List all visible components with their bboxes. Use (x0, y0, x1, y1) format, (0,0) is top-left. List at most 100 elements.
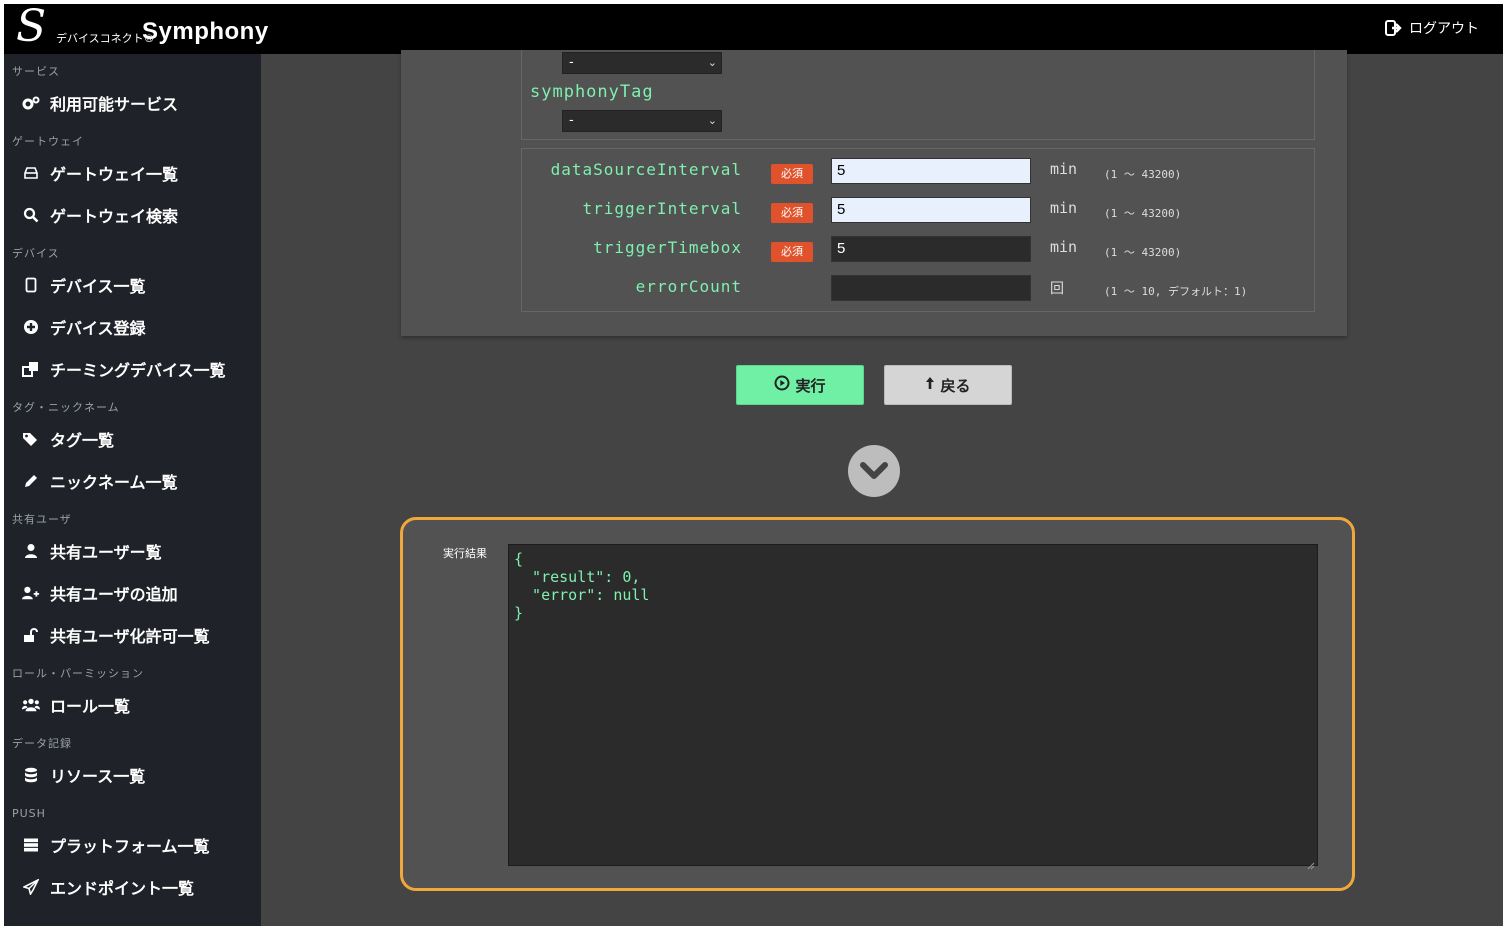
triggertimebox-input[interactable]: 5 (831, 236, 1031, 262)
users-icon (22, 696, 40, 714)
field-row-datasourceinterval: dataSourceInterval 必須 5 min (1 ～ 43200) (522, 158, 1316, 188)
sidebar-item-label: ニックネーム一覧 (50, 473, 178, 492)
errorcount-input[interactable] (831, 275, 1031, 301)
sidebar-item-tag-list[interactable]: タグ一覧 (4, 418, 261, 460)
logo-brand: Symphony (142, 18, 269, 45)
field-range: (1 ～ 43200) (1104, 168, 1182, 181)
interval-box: dataSourceInterval 必須 5 min (1 ～ 43200) … (521, 148, 1315, 312)
sidebar-item-label: 共有ユーザー覧 (50, 543, 162, 562)
sidebar: サービス 利用可能サービス ゲートウェイ ゲートウェイ一覧 ゲートウェイ検索 デ… (4, 54, 261, 926)
user-plus-icon (22, 584, 40, 602)
logo-mark: S (16, 4, 47, 52)
sidebar-item-gateway-search[interactable]: ゲートウェイ検索 (4, 194, 261, 236)
sidebar-item-resource-list[interactable]: リソース一覧 (4, 754, 261, 796)
resize-handle-icon[interactable] (1307, 855, 1315, 870)
sidebar-item-gateway-list[interactable]: ゲートウェイ一覧 (4, 152, 261, 194)
sidebar-item-shared-user-permission-list[interactable]: 共有ユーザ化許可一覧 (4, 614, 261, 656)
field-row-triggerinterval: triggerInterval 必須 5 min (1 ～ 43200) (522, 197, 1316, 227)
back-button[interactable]: 戻る (884, 365, 1012, 405)
field-range: (1 ～ 10, デフォルト：1) (1104, 285, 1248, 298)
tag-box: - ⌄ symphonyTag - ⌄ (521, 50, 1315, 140)
field-row-triggertimebox: triggerTimebox 必須 5 min (1 ～ 43200) (522, 236, 1316, 266)
sidebar-item-label: リソース一覧 (50, 767, 146, 786)
server-icon (22, 836, 40, 854)
required-badge: 必須 (771, 242, 813, 262)
sidebar-item-role-list[interactable]: ロール一覧 (4, 684, 261, 726)
field-label: triggerTimebox (593, 238, 742, 257)
database-icon (22, 766, 40, 784)
search-icon (22, 206, 40, 224)
execute-button[interactable]: 実行 (736, 365, 864, 405)
select-top[interactable]: - ⌄ (562, 52, 722, 74)
sidebar-item-label: ゲートウェイ一覧 (50, 165, 179, 184)
sidebar-item-label: 利用可能サービス (50, 95, 179, 114)
tablet-icon (22, 276, 40, 294)
sidebar-section-tag-nickname: タグ・ニックネーム (12, 401, 120, 414)
select-top-value: - (569, 55, 574, 70)
sidebar-item-shared-user-list[interactable]: 共有ユーザー覧 (4, 530, 261, 572)
sidebar-section-role-permission: ロール・パーミッション (12, 667, 144, 680)
sidebar-item-label: 共有ユーザ化許可一覧 (50, 627, 210, 646)
tags-icon (22, 430, 40, 448)
sidebar-item-teaming-device-list[interactable]: チーミングデバイス一覧 (4, 348, 261, 390)
sidebar-item-label: チーミングデバイス一覧 (50, 361, 226, 380)
logout-button[interactable]: ログアウト (1385, 18, 1479, 38)
top-header: S デバイスコネクト® Symphony ログアウト (4, 4, 1503, 54)
plus-circle-icon (22, 318, 40, 336)
sidebar-item-nickname-list[interactable]: ニックネーム一覧 (4, 460, 261, 502)
sidebar-item-endpoint-list[interactable]: エンドポイント一覧 (4, 866, 261, 908)
sidebar-item-label: ゲートウェイ検索 (50, 207, 179, 226)
sidebar-section-data-record: データ記録 (12, 737, 72, 750)
sidebar-item-shared-user-add[interactable]: 共有ユーザの追加 (4, 572, 261, 614)
symphony-tag-select-value: - (569, 113, 574, 128)
field-label: dataSourceInterval (550, 160, 742, 179)
symphony-tag-label: symphonyTag (530, 82, 654, 102)
field-unit: min (1050, 160, 1078, 178)
play-circle-icon (774, 375, 790, 395)
field-unit: min (1050, 238, 1078, 256)
field-range: (1 ～ 43200) (1104, 207, 1182, 220)
sidebar-item-available-services[interactable]: 利用可能サービス (4, 82, 261, 124)
app-window: S デバイスコネクト® Symphony ログアウト サービス 利用可能サービス… (4, 4, 1503, 926)
datasourceinterval-input[interactable]: 5 (831, 158, 1031, 184)
required-badge: 必須 (771, 164, 813, 184)
level-up-icon (925, 375, 935, 395)
field-unit: min (1050, 199, 1078, 217)
sidebar-item-device-register[interactable]: デバイス登録 (4, 306, 261, 348)
result-panel: 実行結果 { "result": 0, "error": null } (400, 517, 1355, 891)
sidebar-section-gateway: ゲートウェイ (12, 135, 84, 148)
sidebar-item-device-list[interactable]: デバイス一覧 (4, 264, 261, 306)
field-label: errorCount (635, 277, 742, 296)
unlock-icon (22, 626, 40, 644)
sidebar-section-service: サービス (12, 65, 60, 78)
result-textarea[interactable]: { "result": 0, "error": null } (508, 544, 1318, 870)
required-badge: 必須 (771, 203, 813, 223)
sidebar-item-platform-list[interactable]: プラットフォーム一覧 (4, 824, 261, 866)
hdd-icon (22, 164, 40, 182)
paper-plane-icon (22, 878, 40, 896)
sidebar-section-device: デバイス (12, 247, 60, 260)
pencil-icon (22, 472, 40, 490)
cogs-icon (22, 94, 40, 112)
sidebar-section-shared-user: 共有ユーザ (12, 513, 72, 526)
result-text: { "result": 0, "error": null } (514, 550, 650, 622)
main-content: - ⌄ symphonyTag - ⌄ dataSourceInterval 必… (261, 50, 1503, 926)
field-range: (1 ～ 43200) (1104, 246, 1182, 259)
form-panel: - ⌄ symphonyTag - ⌄ dataSourceInterval 必… (401, 50, 1347, 336)
logout-label: ログアウト (1409, 21, 1479, 37)
clone-icon (22, 360, 40, 378)
chevron-circle-down-icon (848, 445, 900, 497)
sidebar-item-label: プラットフォーム一覧 (50, 837, 210, 856)
triggerinterval-input[interactable]: 5 (831, 197, 1031, 223)
sidebar-item-label: ロール一覧 (50, 697, 131, 716)
sidebar-item-label: デバイス一覧 (50, 277, 146, 296)
chevron-down-icon: ⌄ (707, 56, 717, 69)
field-row-errorcount: errorCount 回 (1 ～ 10, デフォルト：1) (522, 275, 1316, 305)
logo-subtitle: デバイスコネクト® (56, 32, 155, 45)
sidebar-item-label: 共有ユーザの追加 (50, 585, 178, 604)
chevron-down-icon: ⌄ (707, 114, 717, 127)
field-label: triggerInterval (582, 199, 742, 218)
execute-label: 実行 (795, 376, 826, 395)
field-unit: 回 (1050, 281, 1064, 297)
symphony-tag-select[interactable]: - ⌄ (562, 110, 722, 132)
